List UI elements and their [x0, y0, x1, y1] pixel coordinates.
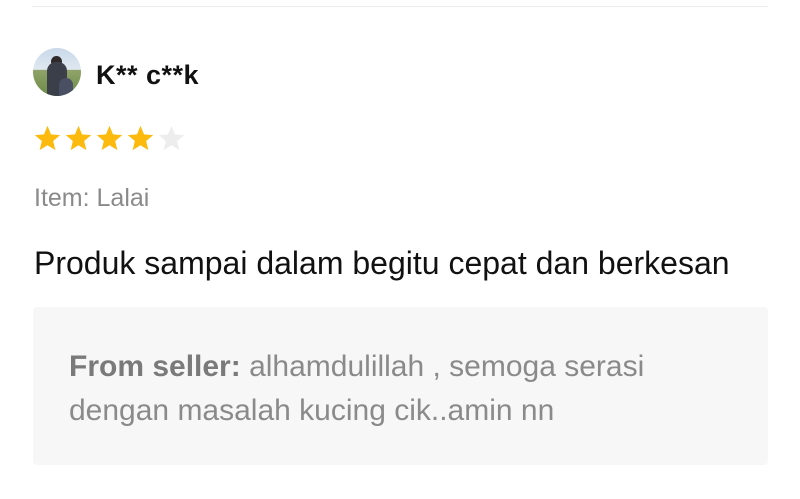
seller-reply-box: From seller: alhamdulillah , semoga sera… [33, 307, 768, 465]
star-filled-icon [96, 125, 123, 151]
star-filled-icon [34, 125, 61, 151]
star-filled-icon [65, 125, 92, 151]
avatar-figure-child [59, 78, 73, 96]
review-card: K** c**k Item: Lalai Produk sampai dalam… [0, 0, 800, 499]
item-variant-label: Item: Lalai [34, 184, 150, 212]
reviewer-name: K** c**k [96, 60, 200, 90]
star-filled-icon [127, 125, 154, 151]
seller-reply-label: From seller: [69, 350, 241, 383]
star-rating [33, 124, 186, 153]
seller-reply-text: From seller: alhamdulillah , semoga sera… [69, 345, 749, 433]
review-text: Produk sampai dalam begitu cepat dan ber… [34, 245, 730, 281]
star-empty-icon [158, 125, 185, 151]
avatar[interactable] [33, 48, 81, 96]
